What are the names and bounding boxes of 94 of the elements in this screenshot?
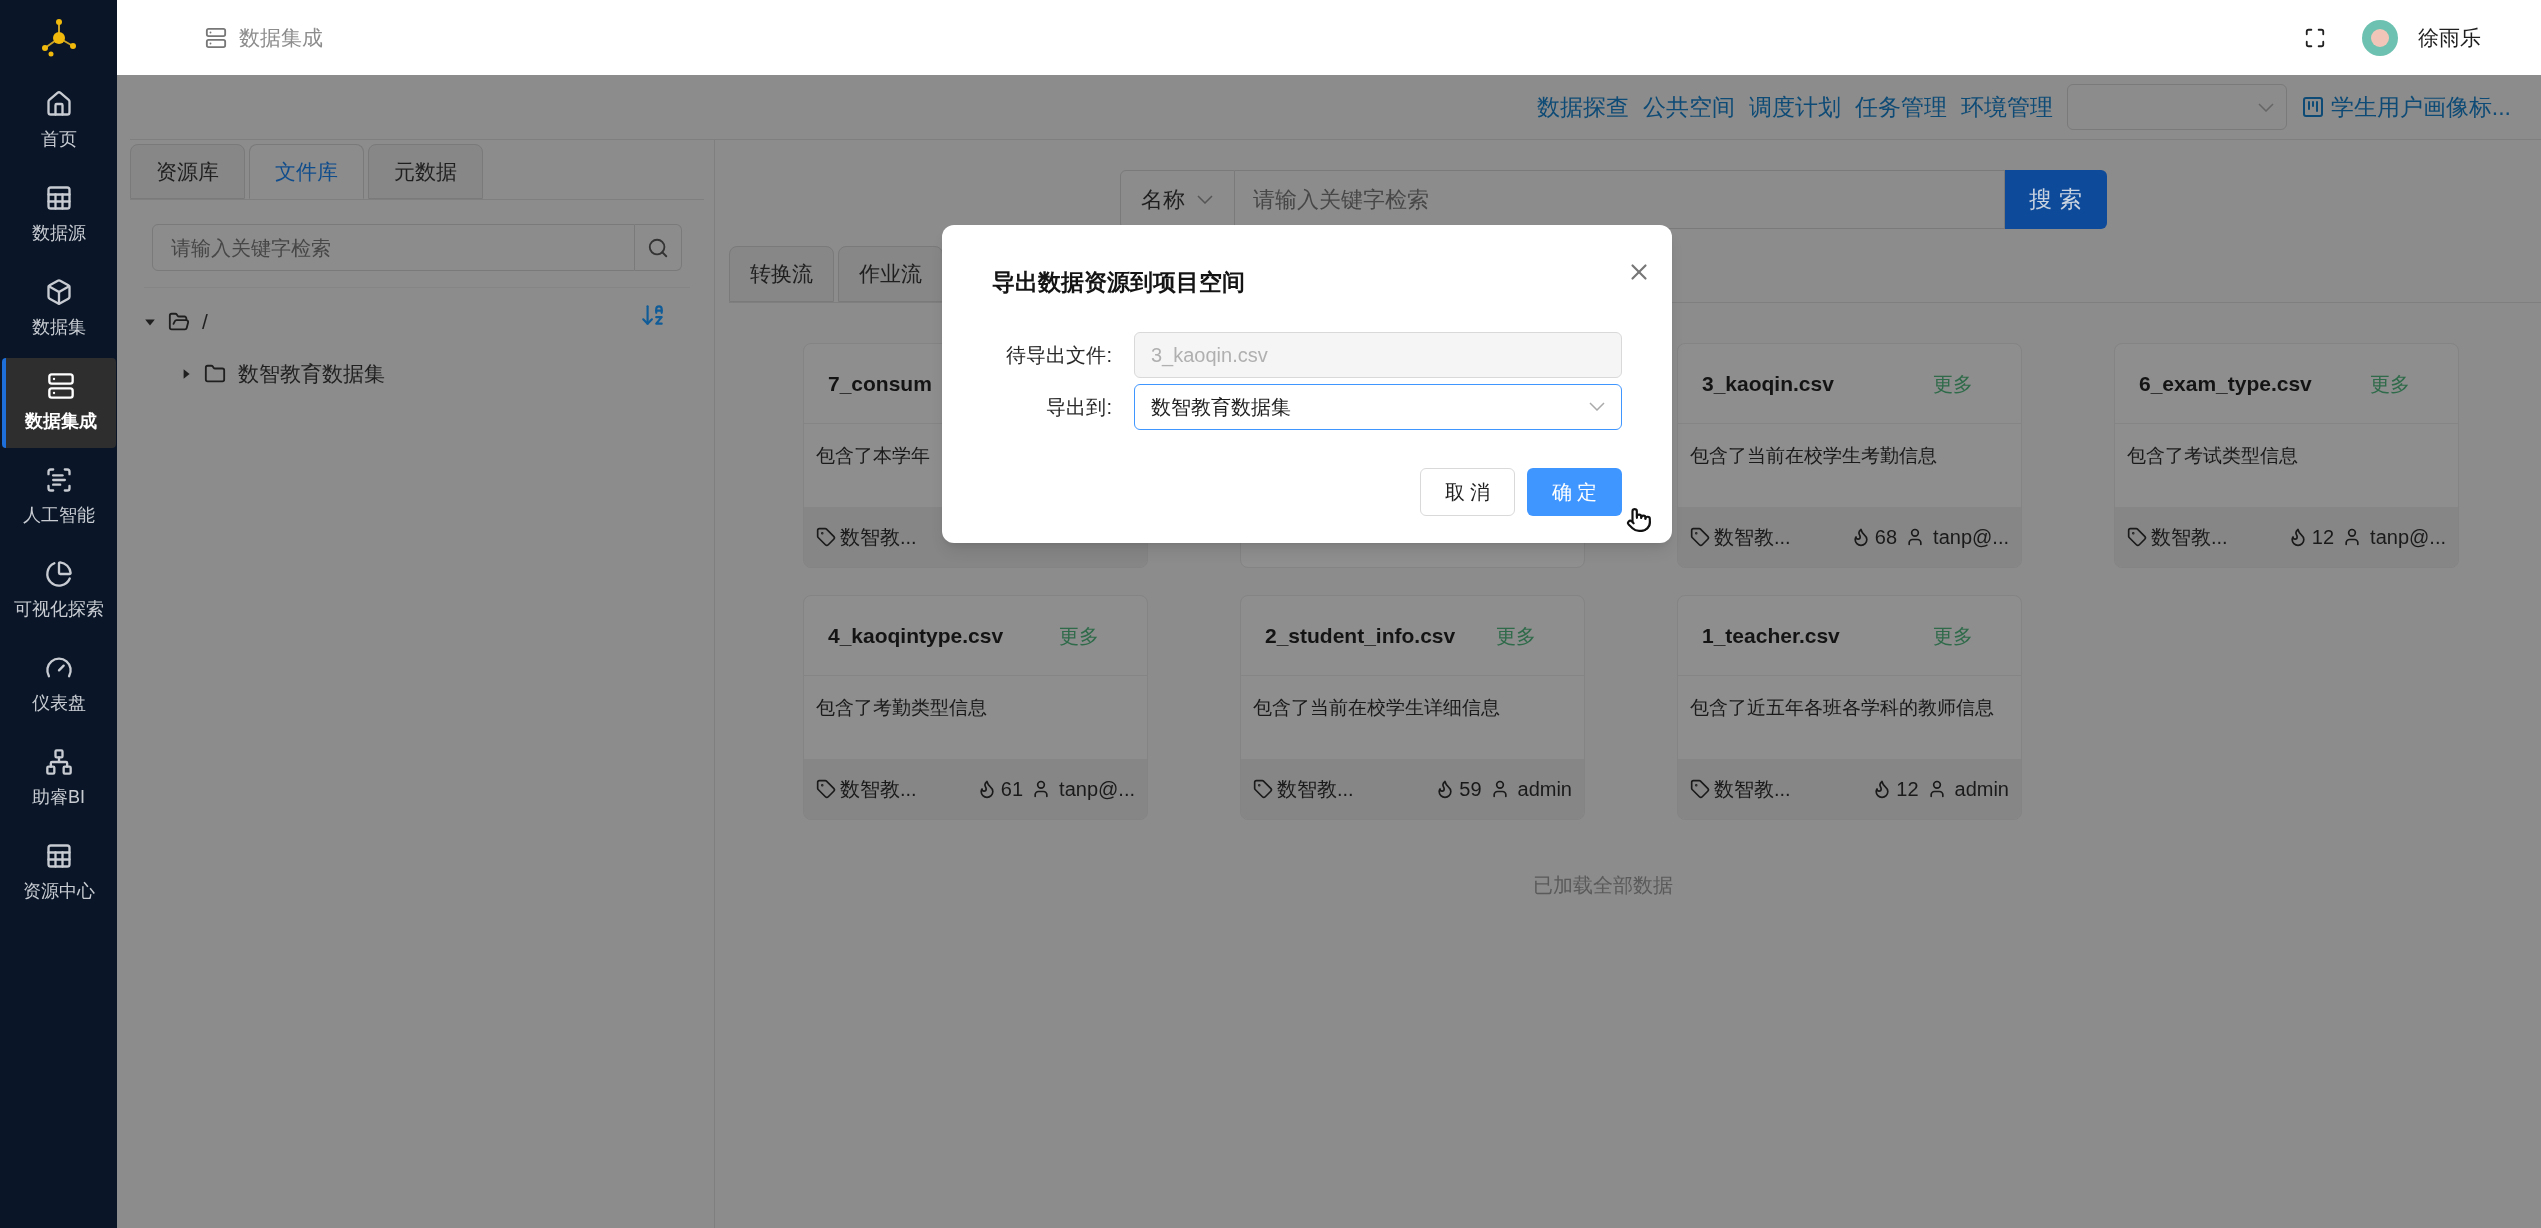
dialog-title: 导出数据资源到项目空间 [992, 268, 1245, 297]
card-owner: admin [1954, 777, 2009, 802]
sidebar-icon [44, 183, 73, 212]
nav-link[interactable]: 环境管理 [1960, 89, 2053, 125]
view-count: 61 [1000, 777, 1024, 802]
server-icon [205, 26, 227, 49]
tree-item[interactable]: 数智教育数据集 [180, 348, 690, 400]
card-tag: 数智教... [1277, 774, 1354, 804]
dataset-card[interactable]: 3_kaoqin.csv 更多 包含了当前在校学生考勤信息 数智教... 68 tanp@... [1677, 343, 2022, 568]
sidebar-item[interactable]: 仪表盘 [1, 640, 116, 730]
sidebar-item[interactable]: 人工智能 [1, 452, 116, 542]
target-select[interactable]: 数智教育数据集 [1134, 383, 1622, 430]
tab[interactable]: 元数据 [368, 144, 483, 199]
card-tag: 数智教... [840, 522, 917, 552]
tag-icon [816, 779, 836, 799]
view-count: 12 [2311, 525, 2335, 550]
search-button[interactable] [635, 224, 682, 271]
open-folder-icon [168, 311, 190, 333]
card-title: 6_exam_type.csv [2139, 370, 2312, 397]
tab[interactable]: 文件库 [249, 144, 364, 199]
fullscreen-icon[interactable] [2304, 26, 2326, 49]
sidebar-item[interactable]: 数据源 [1, 170, 116, 260]
dataset-card[interactable]: 2_student_info.csv 更多 包含了当前在校学生详细信息 数智教... 59 admin [1240, 595, 1585, 820]
card-tag: 数智教... [1714, 522, 1791, 552]
dataset-card[interactable]: 6_exam_type.csv 更多 包含了考试类型信息 数智教... 12 tanp@... [2114, 343, 2459, 568]
sidebar-icon [44, 277, 73, 306]
sidebar-item[interactable]: 数据集 [1, 264, 116, 354]
card-title: 3_kaoqin.csv [1702, 370, 1834, 397]
card-owner: tanp@... [1059, 777, 1135, 802]
view-count: 68 [1874, 525, 1898, 550]
card-title: 4_kaoqintype.csv [828, 622, 1004, 649]
sidebar-icon [46, 371, 75, 400]
confirm-button[interactable]: 确 定 [1527, 467, 1622, 516]
dataset-card[interactable]: 4_kaoqintype.csv 更多 包含了考勤类型信息 数智教... 61 tanp@... [803, 595, 1148, 820]
tag-icon [1690, 779, 1710, 799]
nav-link[interactable]: 调度计划 [1748, 89, 1841, 125]
user-name: 徐雨乐 [2418, 24, 2481, 51]
field-label: 待导出文件: [1005, 342, 1112, 368]
kanban-icon [2300, 95, 2325, 119]
nav-link[interactable]: 公共空间 [1642, 89, 1735, 125]
sidebar-icon [44, 89, 73, 118]
card-description: 包含了考试类型信息 [2127, 445, 2298, 466]
card-owner: admin [1517, 777, 1572, 802]
sidebar-item[interactable]: 可视化探索 [1, 546, 116, 636]
sidebar-item[interactable]: 资源中心 [1, 828, 116, 918]
card-description: 包含了近五年各班各学科的教师信息 [1690, 697, 1994, 718]
cancel-button[interactable]: 取 消 [1420, 467, 1515, 516]
tab[interactable]: 转换流 [729, 246, 834, 302]
project-link[interactable]: 学生用户画像标... [2330, 89, 2511, 125]
tab[interactable]: 资源库 [130, 144, 245, 199]
breadcrumb: 数据集成 [239, 24, 323, 51]
dataset-card[interactable]: 1_teacher.csv 更多 包含了近五年各班各学科的教师信息 数智教... 12 admin [1677, 595, 2022, 820]
keyword-field[interactable]: 请输入关键字检索 [1234, 170, 2005, 229]
nav-link[interactable]: 任务管理 [1854, 89, 1947, 125]
sidebar-icon [44, 465, 73, 494]
card-description: 包含了当前在校学生考勤信息 [1690, 445, 1937, 466]
folder-icon [204, 363, 226, 385]
sidebar-item[interactable]: 首页 [1, 76, 116, 166]
field-label: 导出到: [1045, 394, 1112, 420]
search-icon [647, 236, 669, 259]
card-tag: 数智教... [840, 774, 917, 804]
sidebar-item[interactable]: 助睿BI [1, 734, 116, 824]
nav-link[interactable]: 数据探查 [1536, 89, 1629, 125]
tag-icon [1253, 779, 1273, 799]
hand-cursor-icon [1626, 507, 1652, 533]
tree-label: / [202, 309, 208, 336]
tag-icon [1690, 527, 1710, 547]
tag-icon [816, 527, 836, 547]
search-field[interactable]: 请输入关键字检索 [152, 224, 635, 271]
sidebar-icon [44, 841, 73, 870]
tree-item[interactable]: / [144, 296, 690, 348]
view-count: 12 [1896, 777, 1919, 802]
sidebar-item[interactable]: 数据集成 [1, 358, 116, 448]
chevron-down-icon [1589, 402, 1605, 411]
card-description: 包含了当前在校学生详细信息 [1253, 697, 1500, 718]
file-field: 3_kaoqin.csv [1134, 331, 1622, 378]
search-button[interactable]: 搜 索 [2004, 170, 2107, 229]
card-tag: 数智教... [2151, 522, 2228, 552]
card-title: 2_student_info.csv [1265, 622, 1456, 649]
view-count: 59 [1459, 777, 1482, 802]
tag-icon [2127, 527, 2147, 547]
card-title: 1_teacher.csv [1702, 622, 1840, 649]
sidebar-icon [44, 747, 73, 776]
tree-label: 数智教育数据集 [238, 361, 385, 388]
sidebar-icon [44, 559, 73, 588]
chevron-down-icon [1197, 195, 1213, 204]
card-owner: tanp@... [2370, 525, 2446, 550]
card-tag: 数智教... [1714, 774, 1791, 804]
card-title: 7_consum [828, 370, 932, 397]
card-owner: tanp@... [1933, 525, 2009, 550]
chevron-down-icon [2257, 102, 2274, 112]
tab[interactable]: 作业流 [838, 246, 943, 302]
card-description: 包含了考勤类型信息 [816, 697, 987, 718]
card-description: 包含了本学年 [816, 445, 930, 466]
